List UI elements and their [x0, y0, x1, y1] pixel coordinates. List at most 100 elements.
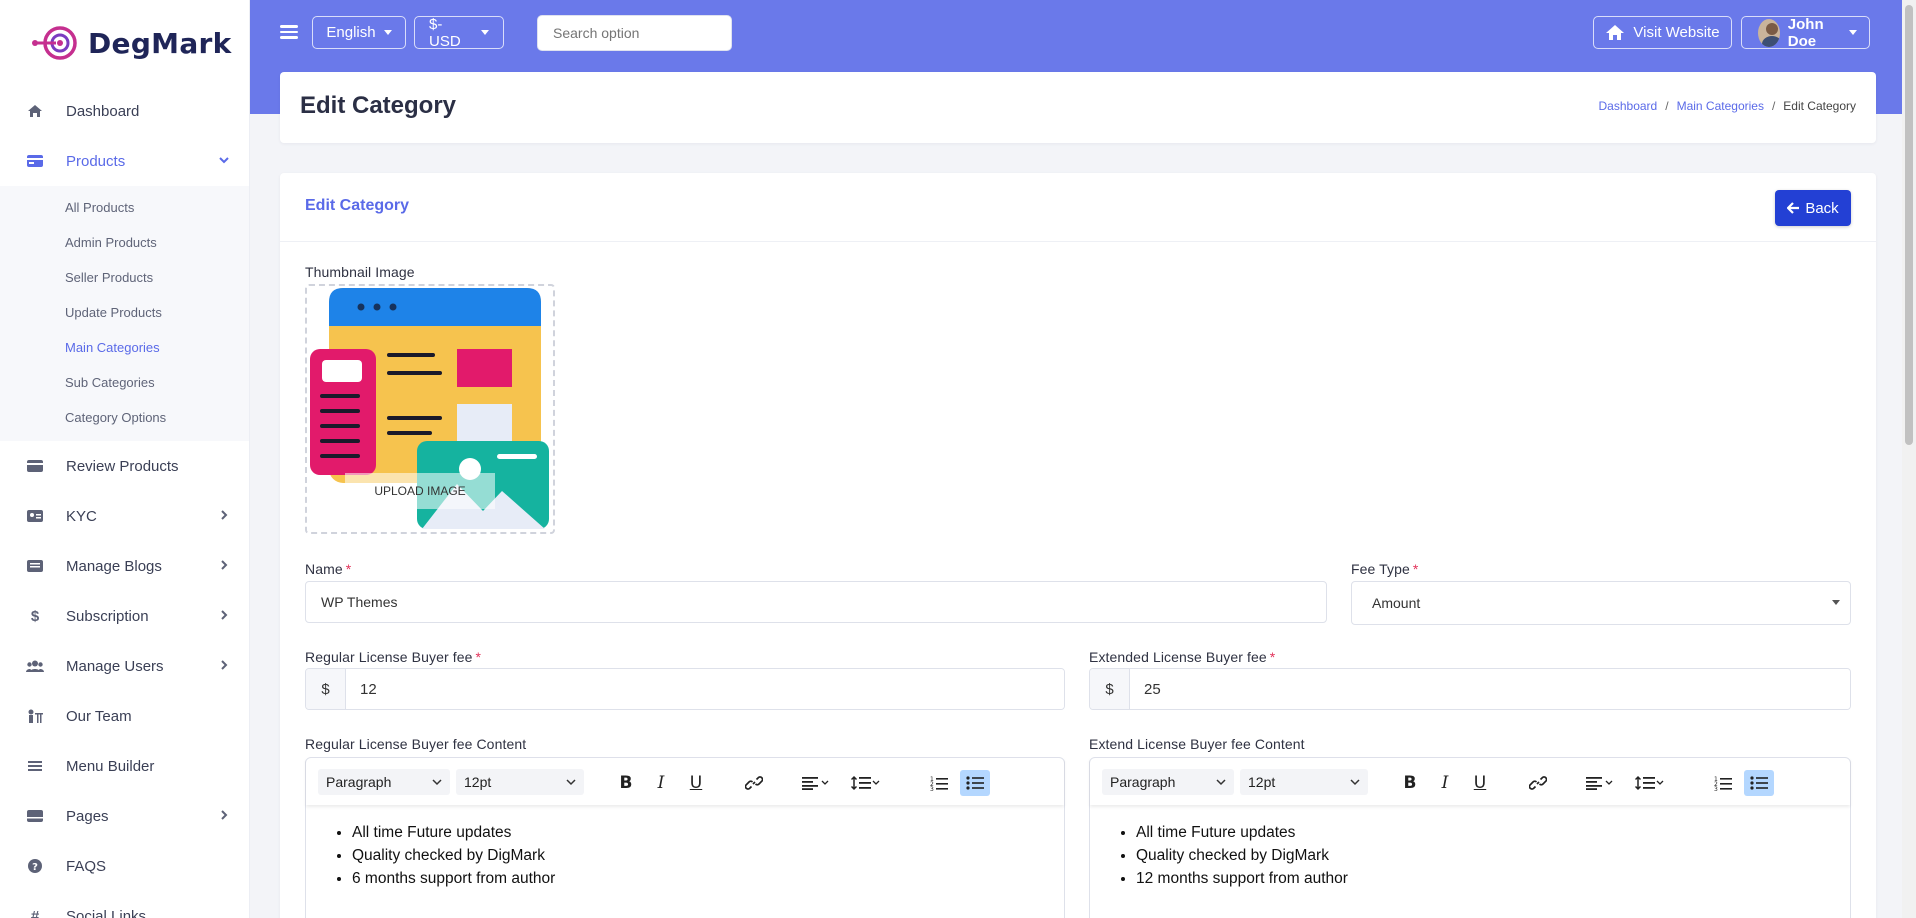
visit-website-label: Visit Website [1633, 24, 1720, 41]
products-submenu: All Products Admin Products Seller Produ… [0, 186, 249, 441]
sidebar-item-menu-builder[interactable]: Menu Builder [0, 741, 249, 791]
sidebar: DegMark Dashboard Products All Products … [0, 0, 250, 918]
align-icon[interactable] [1580, 770, 1620, 796]
breadcrumb-main-categories[interactable]: Main Categories [1677, 99, 1764, 113]
extend-content-list[interactable]: All time Future updates Quality checked … [1090, 805, 1850, 890]
hash-icon: # [30, 907, 40, 918]
brand-name: DegMark [88, 26, 232, 60]
sidebar-subitem-category-options[interactable]: Category Options [0, 400, 249, 435]
line-height-icon[interactable] [846, 770, 886, 796]
blog-icon [26, 557, 44, 575]
list-item: 6 months support from author [352, 867, 1064, 890]
block-format-select[interactable]: Paragraph [1102, 769, 1234, 795]
back-button[interactable]: Back [1775, 190, 1851, 226]
regular-content-label: Regular License Buyer fee Content [305, 736, 527, 752]
numbered-list-icon[interactable]: 123 [924, 770, 954, 796]
required-mark: * [1269, 649, 1276, 665]
currency-addon: $ [306, 669, 346, 709]
list-item: Quality checked by DigMark [352, 844, 1064, 867]
sidebar-item-products[interactable]: Products [0, 136, 249, 186]
sidebar-item-subscription[interactable]: $ Subscription [0, 591, 249, 641]
sidebar-item-label: FAQS [66, 857, 107, 875]
language-dropdown[interactable]: English [312, 16, 406, 49]
chevron-down-icon [1350, 779, 1360, 786]
italic-icon[interactable]: I [646, 770, 676, 796]
chevron-right-icon [221, 610, 228, 620]
sidebar-subitem-sub-categories[interactable]: Sub Categories [0, 365, 249, 400]
required-mark: * [1412, 561, 1419, 577]
editor-toolbar: Paragraph 12pt B I U 123 [1090, 758, 1850, 805]
dollar-icon: $ [30, 607, 40, 625]
bold-icon[interactable]: B [611, 770, 641, 796]
thumbnail-upload[interactable]: UPLOAD IMAGE [305, 284, 555, 534]
breadcrumb: Dashboard / Main Categories / Edit Categ… [1599, 99, 1856, 113]
svg-text:3: 3 [1714, 786, 1718, 791]
chevron-right-icon [221, 510, 228, 520]
sidebar-item-label: Products [66, 152, 126, 170]
home-icon [1606, 25, 1625, 40]
link-icon[interactable] [1523, 770, 1553, 796]
block-format-select[interactable]: Paragraph [318, 769, 450, 795]
search-input[interactable] [537, 15, 732, 51]
users-icon [26, 657, 44, 675]
regular-content-list[interactable]: All time Future updates Quality checked … [306, 805, 1064, 890]
page-title: Edit Category [300, 92, 457, 119]
page-scrollbar[interactable] [1902, 0, 1916, 918]
svg-text:?: ? [32, 862, 38, 873]
sidebar-item-dashboard[interactable]: Dashboard [0, 86, 249, 136]
sidebar-item-social-links[interactable]: # Social Links [0, 891, 249, 918]
sidebar-subitem-update-products[interactable]: Update Products [0, 295, 249, 330]
sidebar-subitem-seller-products[interactable]: Seller Products [0, 260, 249, 295]
brand-logo[interactable]: DegMark [0, 0, 249, 86]
home-icon [26, 102, 44, 120]
scrollbar-thumb[interactable] [1905, 5, 1913, 445]
hamburger-menu-icon[interactable] [280, 22, 298, 42]
editor-toolbar: Paragraph 12pt B I U 123 [306, 758, 1064, 805]
regular-fee-input[interactable]: 12 [346, 669, 1064, 709]
numbered-list-icon[interactable]: 123 [1708, 770, 1738, 796]
sidebar-subitem-main-categories[interactable]: Main Categories [0, 330, 249, 365]
italic-icon[interactable]: I [1430, 770, 1460, 796]
sidebar-item-pages[interactable]: Pages [0, 791, 249, 841]
extended-fee-input[interactable]: 25 [1130, 669, 1850, 709]
card-icon [26, 152, 44, 170]
language-label: English [326, 24, 376, 41]
link-icon[interactable] [739, 770, 769, 796]
sidebar-item-faqs[interactable]: ? FAQS [0, 841, 249, 891]
sidebar-item-our-team[interactable]: Our Team [0, 691, 249, 741]
regular-fee-input-group: $ 12 [305, 668, 1065, 710]
line-height-icon[interactable] [1630, 770, 1670, 796]
page-header: Edit Category Dashboard / Main Categorie… [280, 72, 1876, 143]
card-icon [26, 457, 44, 475]
currency-addon: $ [1090, 669, 1130, 709]
sidebar-subitem-all-products[interactable]: All Products [0, 190, 249, 225]
sidebar-item-kyc[interactable]: KYC [0, 491, 249, 541]
currency-dropdown[interactable]: $-USD [414, 16, 504, 50]
underline-icon[interactable]: U [681, 770, 711, 796]
sidebar-item-manage-users[interactable]: Manage Users [0, 641, 249, 691]
align-icon[interactable] [796, 770, 836, 796]
sidebar-subitem-admin-products[interactable]: Admin Products [0, 225, 249, 260]
chevron-right-icon [221, 810, 228, 820]
bullet-list-icon[interactable] [960, 770, 990, 796]
fee-type-value: Amount [1372, 595, 1421, 611]
sidebar-item-label: Dashboard [66, 102, 140, 120]
extended-fee-input-group: $ 25 [1089, 668, 1851, 710]
fee-type-select[interactable]: Amount [1351, 581, 1851, 625]
sidebar-item-review-products[interactable]: Review Products [0, 441, 249, 491]
bold-icon[interactable]: B [1395, 770, 1425, 796]
caret-down-icon [1849, 30, 1857, 35]
card-title: Edit Category [305, 197, 410, 214]
edit-category-card: Edit Category Back Thumbnail Image UPLOA… [280, 173, 1876, 918]
bullet-list-icon[interactable] [1744, 770, 1774, 796]
font-size-select[interactable]: 12pt [1240, 769, 1368, 795]
font-size-select[interactable]: 12pt [456, 769, 584, 795]
sidebar-item-label: Menu Builder [66, 757, 155, 775]
list-item: All time Future updates [1136, 821, 1850, 844]
breadcrumb-dashboard[interactable]: Dashboard [1599, 99, 1658, 113]
user-menu-dropdown[interactable]: John Doe [1741, 16, 1870, 50]
underline-icon[interactable]: U [1465, 770, 1495, 796]
sidebar-item-manage-blogs[interactable]: Manage Blogs [0, 541, 249, 591]
name-input[interactable]: WP Themes [305, 581, 1327, 623]
visit-website-button[interactable]: Visit Website [1593, 16, 1732, 49]
